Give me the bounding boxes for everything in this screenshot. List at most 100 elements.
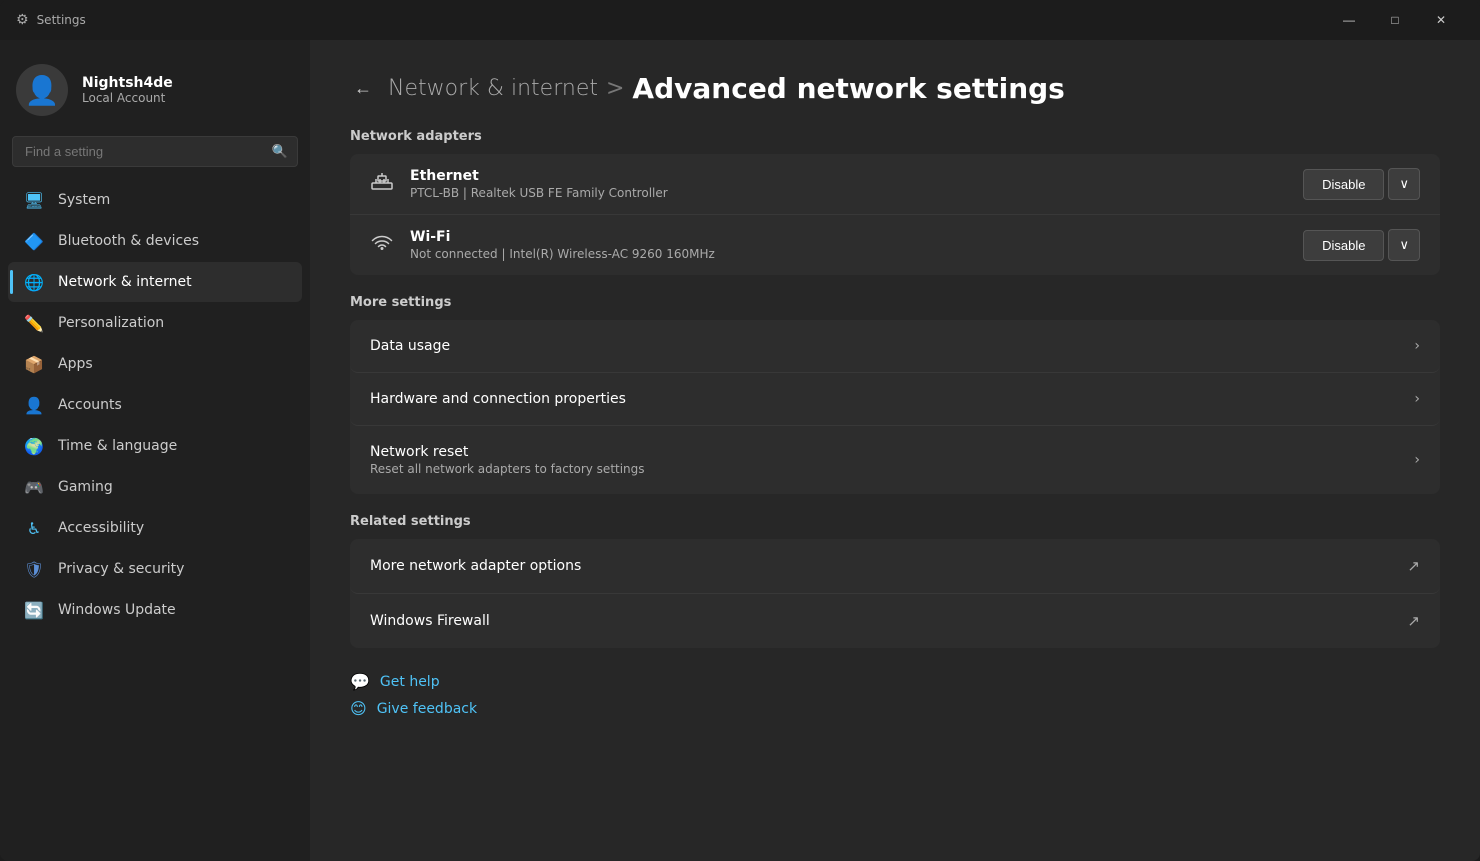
apps-icon: 📦	[24, 354, 44, 374]
sidebar-item-label-apps: Apps	[58, 356, 93, 372]
hardware-props-content: Hardware and connection properties	[370, 391, 1414, 407]
data-usage-chevron: ›	[1414, 338, 1420, 354]
ethernet-adapter-row: Ethernet PTCL-BB | Realtek USB FE Family…	[350, 154, 1440, 215]
firewall-row[interactable]: Windows Firewall ↗	[350, 594, 1440, 648]
sidebar-item-accessibility[interactable]: ♿ Accessibility	[8, 508, 302, 548]
sidebar-item-label-network: Network & internet	[58, 274, 192, 290]
data-usage-content: Data usage	[370, 338, 1414, 354]
user-type: Local Account	[82, 91, 173, 105]
network-reset-row[interactable]: Network reset Reset all network adapters…	[350, 426, 1440, 494]
bluetooth-icon: 🔷	[24, 231, 44, 251]
ethernet-name: Ethernet	[410, 168, 1287, 184]
window-controls: — □ ✕	[1326, 4, 1464, 36]
data-usage-row[interactable]: Data usage ›	[350, 320, 1440, 373]
give-feedback-link[interactable]: 😊 Give feedback	[350, 699, 1440, 718]
ethernet-icon	[370, 169, 394, 199]
user-icon: 👤	[25, 74, 60, 107]
hardware-props-title: Hardware and connection properties	[370, 391, 1414, 407]
get-help-icon: 💬	[350, 672, 370, 691]
more-adapter-ext-icon: ↗	[1407, 557, 1420, 575]
sidebar-item-label-update: Windows Update	[58, 602, 176, 618]
sidebar-item-apps[interactable]: 📦 Apps	[8, 344, 302, 384]
hardware-props-row[interactable]: Hardware and connection properties ›	[350, 373, 1440, 426]
wifi-name: Wi-Fi	[410, 229, 1287, 245]
back-button[interactable]: ←	[350, 74, 376, 103]
user-profile: 👤 Nightsh4de Local Account	[0, 40, 310, 132]
sidebar-item-time[interactable]: 🌍 Time & language	[8, 426, 302, 466]
accessibility-icon: ♿	[24, 518, 44, 538]
personalization-icon: ✏️	[24, 313, 44, 333]
minimize-button[interactable]: —	[1326, 4, 1372, 36]
network-reset-content: Network reset Reset all network adapters…	[370, 444, 1414, 476]
network-icon: 🌐	[24, 272, 44, 292]
more-adapter-title: More network adapter options	[370, 558, 1407, 574]
network-reset-title: Network reset	[370, 444, 1414, 460]
sidebar-item-personalization[interactable]: ✏️ Personalization	[8, 303, 302, 343]
related-settings-label: Related settings	[350, 514, 1440, 529]
wifi-desc: Not connected | Intel(R) Wireless-AC 926…	[410, 247, 1287, 261]
sidebar-item-label-personalization: Personalization	[58, 315, 164, 331]
data-usage-title: Data usage	[370, 338, 1414, 354]
sidebar: 👤 Nightsh4de Local Account 🔍 🖥 System	[0, 40, 310, 861]
user-info: Nightsh4de Local Account	[82, 75, 173, 105]
ethernet-expand-button[interactable]: ∨	[1388, 168, 1420, 200]
sidebar-item-system[interactable]: 🖥 System	[8, 180, 302, 220]
network-reset-desc: Reset all network adapters to factory se…	[370, 462, 1414, 476]
firewall-content: Windows Firewall	[370, 613, 1407, 629]
main-content: ← Network & internet > Advanced network …	[310, 40, 1480, 861]
user-name: Nightsh4de	[82, 75, 173, 91]
avatar: 👤	[16, 64, 68, 116]
sidebar-item-label-privacy: Privacy & security	[58, 561, 184, 577]
gaming-icon: 🎮	[24, 477, 44, 497]
maximize-button[interactable]: □	[1372, 4, 1418, 36]
firewall-title: Windows Firewall	[370, 613, 1407, 629]
titlebar-title: Settings	[37, 13, 86, 27]
sidebar-item-label-time: Time & language	[58, 438, 177, 454]
time-icon: 🌍	[24, 436, 44, 456]
sidebar-item-label-accessibility: Accessibility	[58, 520, 144, 536]
sidebar-item-label-gaming: Gaming	[58, 479, 113, 495]
wifi-actions: Disable ∨	[1303, 229, 1420, 261]
more-settings-label: More settings	[350, 295, 1440, 310]
wifi-adapter-row: Wi-Fi Not connected | Intel(R) Wireless-…	[350, 215, 1440, 275]
sidebar-item-update[interactable]: 🔄 Windows Update	[8, 590, 302, 630]
sidebar-nav: 🖥 System 🔷 Bluetooth & devices 🌐 Network…	[0, 179, 310, 631]
wifi-disable-button[interactable]: Disable	[1303, 230, 1384, 261]
sidebar-item-network[interactable]: 🌐 Network & internet	[8, 262, 302, 302]
ethernet-desc: PTCL-BB | Realtek USB FE Family Controll…	[410, 186, 1287, 200]
firewall-ext-icon: ↗	[1407, 612, 1420, 630]
sidebar-item-gaming[interactable]: 🎮 Gaming	[8, 467, 302, 507]
get-help-label: Get help	[380, 674, 440, 690]
content-area: 👤 Nightsh4de Local Account 🔍 🖥 System	[0, 40, 1480, 861]
more-adapter-options-row[interactable]: More network adapter options ↗	[350, 539, 1440, 594]
sidebar-item-label-system: System	[58, 192, 110, 208]
settings-window: ⚙ Settings — □ ✕ 👤 Nightsh4de Local Acco…	[0, 0, 1480, 861]
ethernet-actions: Disable ∨	[1303, 168, 1420, 200]
ethernet-disable-button[interactable]: Disable	[1303, 169, 1384, 200]
get-help-link[interactable]: 💬 Get help	[350, 672, 1440, 691]
sidebar-item-accounts[interactable]: 👤 Accounts	[8, 385, 302, 425]
wifi-info: Wi-Fi Not connected | Intel(R) Wireless-…	[410, 229, 1287, 261]
sidebar-item-privacy[interactable]: 🛡 Privacy & security	[8, 549, 302, 589]
wifi-icon	[370, 230, 394, 260]
help-section: 💬 Get help 😊 Give feedback	[350, 672, 1440, 718]
close-button[interactable]: ✕	[1418, 4, 1464, 36]
privacy-icon: 🛡	[24, 559, 44, 579]
hardware-props-chevron: ›	[1414, 391, 1420, 407]
breadcrumb: ← Network & internet > Advanced network …	[350, 72, 1440, 105]
ethernet-info: Ethernet PTCL-BB | Realtek USB FE Family…	[410, 168, 1287, 200]
sidebar-item-label-bluetooth: Bluetooth & devices	[58, 233, 199, 249]
breadcrumb-parent: Network & internet	[388, 76, 598, 101]
search-input[interactable]	[12, 136, 298, 167]
network-reset-chevron: ›	[1414, 452, 1420, 468]
search-container: 🔍	[12, 136, 298, 167]
sidebar-item-bluetooth[interactable]: 🔷 Bluetooth & devices	[8, 221, 302, 261]
give-feedback-icon: 😊	[350, 699, 367, 718]
network-adapters-label: Network adapters	[350, 129, 1440, 144]
titlebar: ⚙ Settings — □ ✕	[0, 0, 1480, 40]
sidebar-item-label-accounts: Accounts	[58, 397, 122, 413]
breadcrumb-separator: >	[606, 76, 624, 101]
more-adapter-content: More network adapter options	[370, 558, 1407, 574]
search-icon: 🔍	[272, 144, 288, 159]
wifi-expand-button[interactable]: ∨	[1388, 229, 1420, 261]
